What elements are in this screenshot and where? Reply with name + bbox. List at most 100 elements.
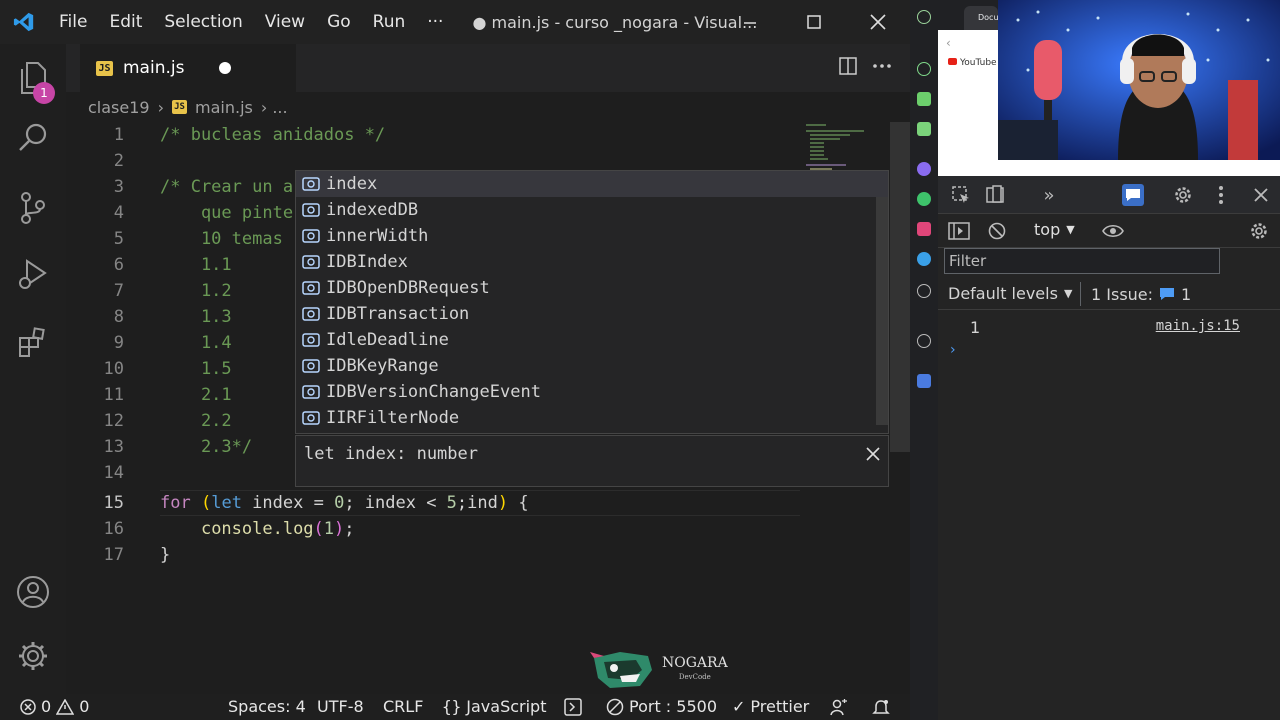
youtube-bookmark[interactable]: YouTube	[948, 58, 997, 68]
notifications-status[interactable]	[872, 694, 890, 720]
tab-main-js[interactable]: JS main.js	[80, 44, 296, 92]
instagram-icon[interactable]	[917, 222, 931, 236]
menu-view[interactable]: View	[254, 0, 316, 44]
extension-app-icon[interactable]	[917, 374, 931, 388]
shopping-icon[interactable]	[917, 92, 931, 106]
menu-file[interactable]: File	[48, 0, 98, 44]
activity-search[interactable]	[0, 108, 66, 168]
activity-explorer[interactable]: 1	[0, 48, 66, 108]
more-tabs-chevron-icon[interactable]: »	[1038, 184, 1060, 206]
nogara-brand: NOGARA DevCode	[662, 656, 728, 684]
live-server-status[interactable]: Port : 5500	[606, 694, 717, 720]
unsaved-dot-icon[interactable]	[219, 62, 231, 74]
live-expression-button[interactable]	[1102, 220, 1124, 242]
menu-selection[interactable]: Selection	[153, 0, 253, 44]
variable-icon	[302, 410, 320, 426]
messenger-icon[interactable]	[917, 162, 931, 176]
twitter-icon[interactable]	[917, 252, 931, 266]
eol-status[interactable]: CRLF	[383, 694, 423, 720]
variable-icon	[302, 358, 320, 374]
menu-more[interactable]: ···	[416, 0, 454, 44]
code-fragment: {	[508, 493, 529, 513]
sidebar-toggle-button[interactable]	[948, 220, 970, 242]
line-number: 7	[113, 281, 124, 301]
activity-source-control[interactable]	[0, 178, 66, 238]
close-detail-button[interactable]	[866, 446, 880, 466]
ellipsis-icon	[873, 64, 891, 68]
whatsapp-icon[interactable]	[917, 192, 931, 206]
device-toolbar-button[interactable]	[984, 184, 1006, 206]
keyword-let: let	[211, 493, 242, 513]
indentation-status[interactable]: Spaces: 4	[228, 694, 306, 720]
maximize-button[interactable]	[782, 0, 846, 44]
browser-tab[interactable]: Docu	[964, 6, 998, 30]
suggestion-item[interactable]: index	[296, 171, 888, 197]
error-count: 0	[41, 697, 52, 716]
encoding-status[interactable]: UTF-8	[317, 694, 364, 720]
speedometer-icon[interactable]	[917, 62, 931, 76]
tab-label: main.js	[123, 58, 185, 78]
devtools-panel: » top ▼ Defau	[938, 176, 1280, 720]
feedback-status[interactable]	[564, 694, 582, 720]
suggestion-item[interactable]: IDBTransaction	[296, 301, 876, 327]
console-settings-button[interactable]	[1248, 220, 1270, 242]
gear-icon	[1251, 223, 1267, 239]
variable-icon	[302, 202, 320, 218]
suggestion-item[interactable]: IIRFilterNode	[296, 405, 876, 431]
back-arrow-icon[interactable]: ‹	[946, 36, 951, 50]
breadcrumb-file[interactable]: main.js	[195, 98, 253, 117]
history-clock-icon[interactable]	[917, 334, 931, 348]
console-message: 1 main.js:15	[938, 314, 1280, 340]
twitch-icon[interactable]	[917, 122, 931, 136]
suggestion-item[interactable]: indexedDB	[296, 197, 876, 223]
context-selector[interactable]: top ▼	[1034, 220, 1075, 239]
devtools-menu-button[interactable]	[1210, 184, 1232, 206]
console-filter-input[interactable]	[944, 248, 1220, 274]
suggestion-item[interactable]: IdleDeadline	[296, 327, 876, 353]
breadcrumb-tail[interactable]: › ...	[261, 98, 288, 117]
suggestion-item[interactable]: IDBIndex	[296, 249, 876, 275]
account-icon	[17, 576, 49, 608]
inspect-element-button[interactable]	[950, 184, 972, 206]
suggestion-item[interactable]: IDBKeyRange	[296, 353, 876, 379]
more-actions-button[interactable]	[872, 56, 892, 80]
log-levels-dropdown[interactable]: Default levels ▼	[948, 284, 1072, 303]
vscode-logo-icon[interactable]	[0, 0, 48, 44]
no-icon[interactable]	[917, 284, 931, 298]
devtools-settings-button[interactable]	[1172, 184, 1194, 206]
code-fragment: ;ind	[456, 493, 498, 513]
suggestion-label: IdleDeadline	[326, 330, 449, 350]
menu-edit[interactable]: Edit	[98, 0, 153, 44]
minimize-button[interactable]	[718, 0, 782, 44]
line-number: 14	[103, 463, 124, 483]
menu-go[interactable]: Go	[316, 0, 362, 44]
suggestion-item[interactable]: IDBVersionChangeEvent	[296, 379, 876, 405]
activity-run-debug[interactable]	[0, 244, 66, 304]
menu-run[interactable]: Run	[362, 0, 417, 44]
language-mode-status[interactable]: {} JavaScript	[442, 694, 546, 720]
activity-extensions[interactable]	[0, 312, 66, 372]
clear-console-button[interactable]	[986, 220, 1008, 242]
suggestion-item[interactable]: innerWidth	[296, 223, 876, 249]
console-source-link[interactable]: main.js:15	[1156, 318, 1240, 334]
suggestion-item[interactable]: IDBOpenDBRequest	[296, 275, 876, 301]
problems-status[interactable]: 0 0	[20, 694, 89, 720]
accounts-status[interactable]	[830, 694, 848, 720]
activity-accounts[interactable]	[0, 562, 66, 622]
activity-manage[interactable]	[0, 626, 66, 686]
close-window-button[interactable]	[846, 0, 910, 44]
editor-scrollbar[interactable]	[890, 122, 910, 452]
power-icon[interactable]	[917, 10, 931, 24]
prettier-status[interactable]: ✓ Prettier	[732, 694, 809, 720]
breadcrumb-folder[interactable]: clase19	[88, 98, 150, 117]
issues-counter-button[interactable]: 1 Issue: 1	[1080, 282, 1201, 306]
console-prompt-icon[interactable]: ›	[950, 342, 956, 358]
line-number: 1	[113, 125, 124, 145]
suggestions-scrollbar[interactable]	[876, 197, 888, 425]
number-literal: 1	[323, 519, 335, 539]
window-title: ● main.js - curso _nogara - Visual...	[472, 12, 758, 32]
close-devtools-button[interactable]	[1250, 184, 1272, 206]
kebab-icon	[1219, 186, 1223, 204]
issues-button[interactable]	[1122, 184, 1144, 206]
split-editor-button[interactable]	[838, 56, 858, 80]
